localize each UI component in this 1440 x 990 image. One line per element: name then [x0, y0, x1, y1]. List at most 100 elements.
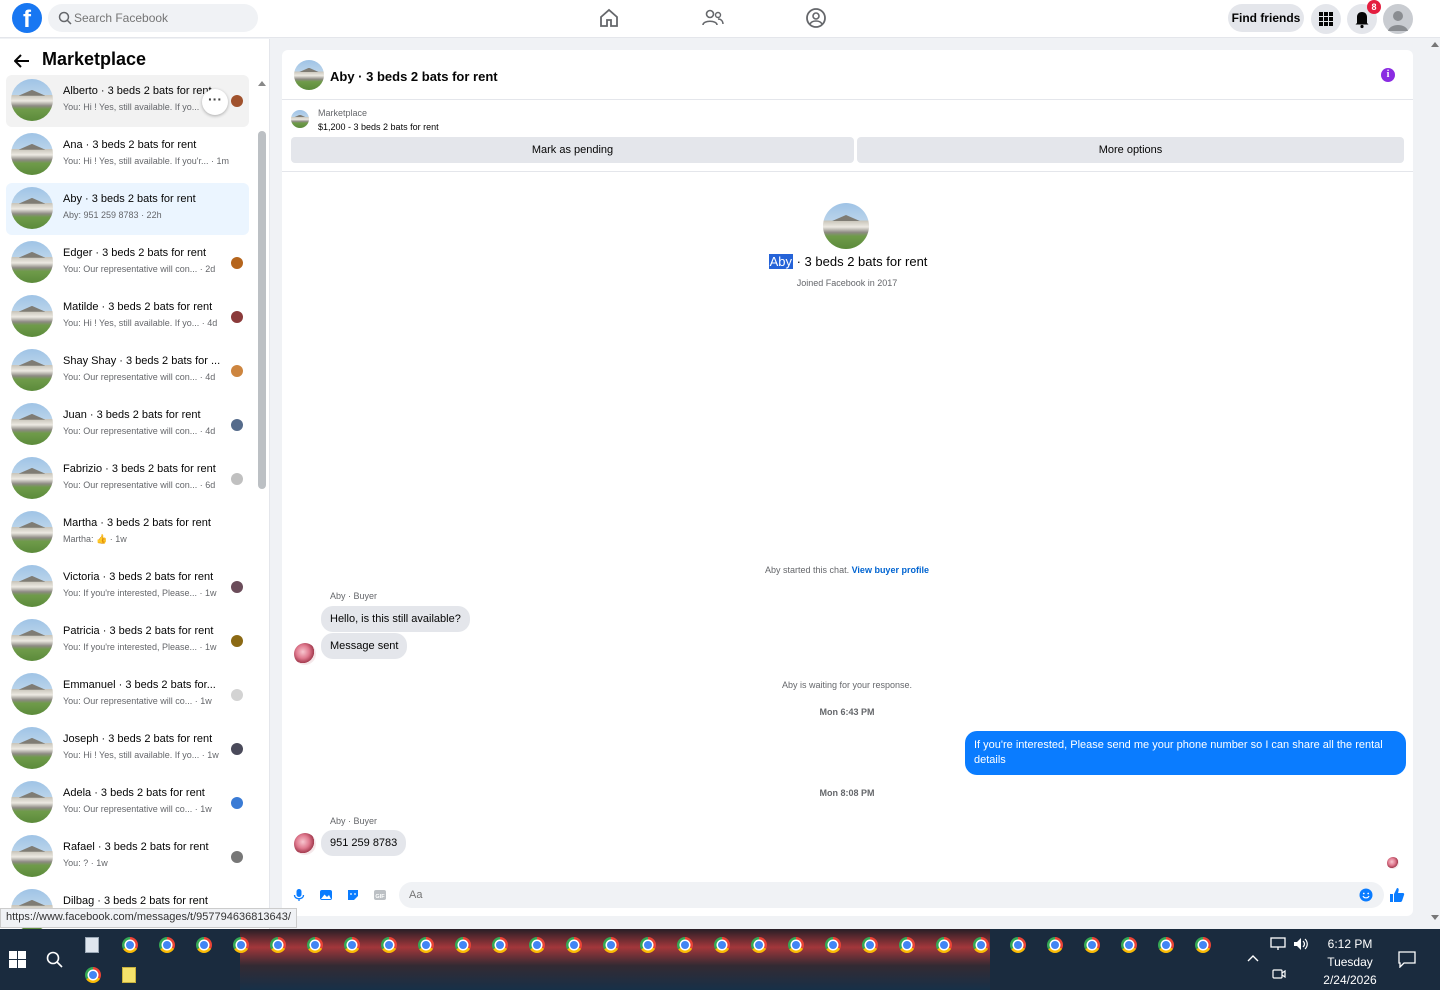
gif-icon[interactable]: GIF — [373, 888, 387, 902]
chrome-taskbar-icon[interactable] — [1010, 937, 1026, 953]
message-bubble-incoming[interactable]: 951 259 8783 — [321, 830, 407, 856]
message-input[interactable] — [409, 885, 1309, 905]
chrome-taskbar-icon[interactable] — [455, 937, 471, 953]
conversation-item[interactable]: Adela · 3 beds 2 bats for rent You: Our r… — [6, 777, 249, 829]
search-box[interactable] — [48, 4, 258, 32]
chrome-taskbar-icon[interactable] — [418, 937, 434, 953]
chrome-taskbar-icon[interactable] — [788, 937, 804, 953]
chrome-taskbar-icon[interactable] — [899, 937, 915, 953]
scroll-up-icon[interactable] — [258, 80, 266, 86]
conversation-thumbnail — [11, 673, 53, 715]
chrome-taskbar-icon[interactable] — [122, 937, 138, 953]
conversation-item[interactable]: Emmanuel · 3 beds 2 bats for... You: Our … — [6, 669, 249, 721]
photo-icon[interactable] — [319, 888, 333, 902]
chrome-taskbar-icon[interactable] — [344, 937, 360, 953]
conversation-thumbnail — [11, 835, 53, 877]
microphone-icon[interactable] — [292, 888, 306, 902]
notes-app-icon[interactable] — [122, 967, 136, 983]
meet-now-icon[interactable] — [1272, 967, 1286, 981]
chrome-taskbar-icon[interactable] — [640, 937, 656, 953]
sidebar-scrollbar[interactable] — [258, 131, 266, 489]
conversation-item[interactable]: Joseph · 3 beds 2 bats for rent You: Hi !… — [6, 723, 249, 775]
facebook-logo[interactable]: f — [12, 3, 42, 33]
chrome-taskbar-icon[interactable] — [492, 937, 508, 953]
scroll-down-icon[interactable] — [1431, 915, 1439, 921]
chrome-taskbar-icon[interactable] — [307, 937, 323, 953]
page-scrollbar[interactable] — [1430, 39, 1440, 929]
chrome-taskbar-icon[interactable] — [973, 937, 989, 953]
scroll-up-icon[interactable] — [1431, 41, 1439, 47]
view-buyer-profile-link[interactable]: View buyer profile — [852, 565, 929, 575]
chrome-taskbar-icon[interactable] — [825, 937, 841, 953]
more-options-icon[interactable]: ··· — [202, 89, 228, 115]
chrome-taskbar-icon[interactable] — [233, 937, 249, 953]
search-icon[interactable] — [46, 951, 63, 968]
find-friends-button[interactable]: Find friends — [1228, 4, 1304, 32]
conversation-item[interactable]: Rafael · 3 beds 2 bats for rent You: ? · … — [6, 831, 249, 883]
conversation-item[interactable]: Patricia · 3 beds 2 bats for rent You: If… — [6, 615, 249, 667]
buyer-avatar[interactable] — [294, 643, 316, 665]
buyer-avatar[interactable] — [294, 833, 316, 855]
conversation-item[interactable]: Alberto · 3 beds 2 bats for rent You: Hi … — [6, 75, 249, 127]
message-bubble-incoming[interactable]: Message sent — [321, 633, 408, 659]
more-options-button[interactable]: More options — [857, 137, 1404, 163]
sticker-icon[interactable] — [346, 888, 360, 902]
back-arrow-icon[interactable] — [14, 54, 30, 68]
message-input-box[interactable] — [399, 882, 1384, 908]
buyer-profile-photo[interactable] — [823, 203, 869, 249]
chrome-taskbar-icon[interactable] — [1047, 937, 1063, 953]
chrome-taskbar-icon[interactable] — [1158, 937, 1174, 953]
chrome-taskbar-icon[interactable] — [1121, 937, 1137, 953]
home-icon[interactable] — [597, 6, 621, 30]
chrome-taskbar-icon[interactable] — [862, 937, 878, 953]
conversation-item[interactable]: Ana · 3 beds 2 bats for rent You: Hi ! Ye… — [6, 129, 249, 181]
network-icon[interactable] — [1270, 937, 1286, 951]
chrome-taskbar-icon[interactable] — [936, 937, 952, 953]
search-input[interactable] — [74, 8, 244, 28]
message-bubble-outgoing[interactable]: If you're interested, Please send me you… — [965, 731, 1406, 775]
conversation-item[interactable]: Victoria · 3 beds 2 bats for rent You: If… — [6, 561, 249, 613]
conversation-name: Martha · 3 beds 2 bats for rent — [63, 517, 211, 529]
message-bubble-incoming[interactable]: Hello, is this still available? — [321, 606, 470, 632]
conversation-item[interactable]: Juan · 3 beds 2 bats for rent You: Our re… — [6, 399, 249, 451]
chrome-taskbar-icon[interactable] — [159, 937, 175, 953]
chrome-taskbar-icon[interactable] — [603, 937, 619, 953]
chat-header-thumbnail[interactable] — [294, 60, 324, 90]
thumbs-up-icon[interactable] — [1389, 887, 1405, 903]
info-icon[interactable]: i — [1381, 68, 1395, 82]
chevron-up-icon[interactable] — [1247, 954, 1259, 962]
chrome-taskbar-icon[interactable] — [714, 937, 730, 953]
chrome-taskbar-icon[interactable] — [85, 967, 101, 983]
windows-start-icon[interactable] — [9, 951, 26, 968]
account-avatar[interactable] — [1383, 4, 1413, 34]
seen-avatar — [231, 743, 243, 755]
menu-button[interactable] — [1311, 4, 1341, 34]
chrome-taskbar-icon[interactable] — [1084, 937, 1100, 953]
groups-icon[interactable] — [804, 6, 828, 30]
chat-title[interactable]: Aby · 3 beds 2 bats for rent — [330, 69, 498, 84]
conversation-item[interactable]: Aby · 3 beds 2 bats for rent Aby: 951 259… — [6, 183, 249, 235]
friends-icon[interactable] — [701, 6, 725, 30]
notification-center-icon[interactable] — [1398, 951, 1416, 968]
conversation-item[interactable]: Martha · 3 beds 2 bats for rent Martha: 👍… — [6, 507, 249, 559]
file-app-icon[interactable] — [85, 937, 99, 953]
chrome-taskbar-icon[interactable] — [677, 937, 693, 953]
conversation-item[interactable]: Matilde · 3 beds 2 bats for rent You: Hi … — [6, 291, 249, 343]
chrome-taskbar-icon[interactable] — [381, 937, 397, 953]
conversation-name: Matilde · 3 beds 2 bats for rent — [63, 301, 213, 313]
chrome-taskbar-icon[interactable] — [751, 937, 767, 953]
chrome-taskbar-icon[interactable] — [270, 937, 286, 953]
conversation-item[interactable]: Fabrizio · 3 beds 2 bats for rent You: Ou… — [6, 453, 249, 505]
conversation-item[interactable]: Shay Shay · 3 beds 2 bats for ... You: Ou… — [6, 345, 249, 397]
mark-pending-button[interactable]: Mark as pending — [291, 137, 854, 163]
chrome-taskbar-icon[interactable] — [196, 937, 212, 953]
system-clock[interactable]: 6:12 PM Tuesday 2/24/2026 — [1300, 935, 1400, 989]
listing-thumbnail[interactable] — [291, 110, 309, 128]
user-avatar-icon — [1388, 11, 1408, 31]
chrome-taskbar-icon[interactable] — [529, 937, 545, 953]
emoji-icon[interactable] — [1359, 888, 1373, 902]
chrome-taskbar-icon[interactable] — [1195, 937, 1211, 953]
conversation-item[interactable]: Edger · 3 beds 2 bats for rent You: Our r… — [6, 237, 249, 289]
listing-price[interactable]: $1,200 - 3 beds 2 bats for rent — [318, 122, 439, 132]
chrome-taskbar-icon[interactable] — [566, 937, 582, 953]
